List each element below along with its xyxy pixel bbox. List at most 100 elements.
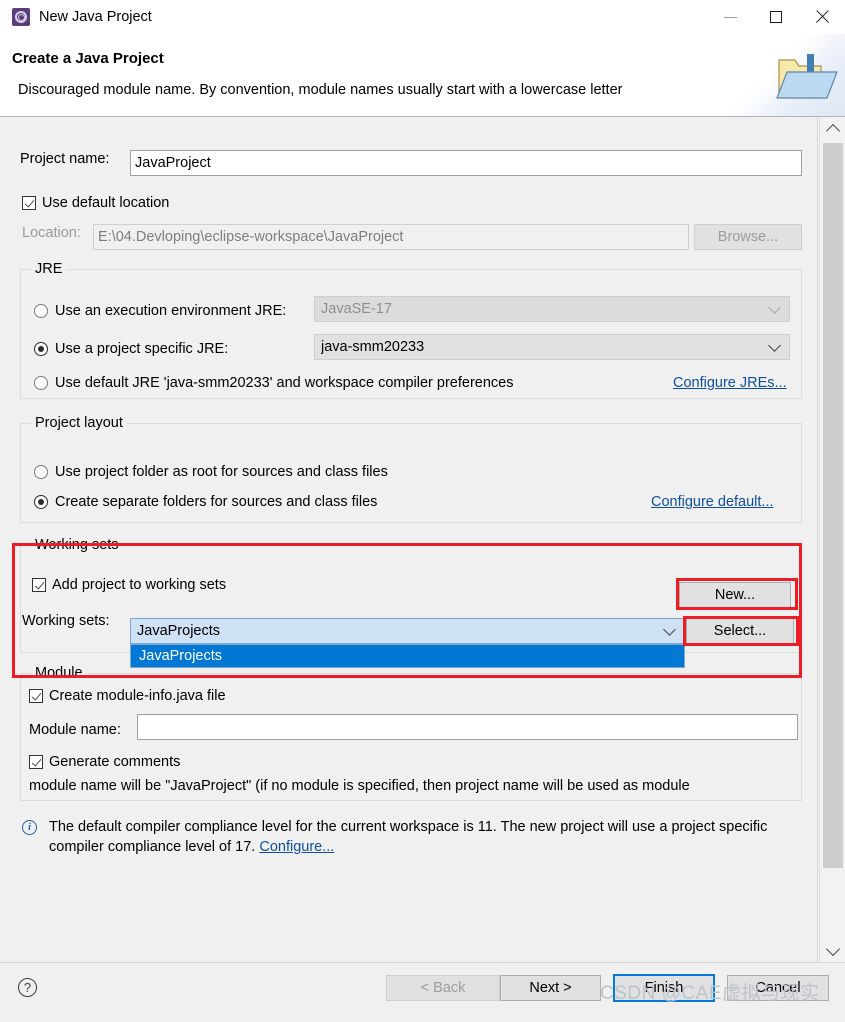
new-working-set-button[interactable]: New... [679,582,791,608]
wizard-header: Create a Java Project Discouraged module… [0,34,845,117]
maximize-button[interactable] [753,0,799,34]
scroll-down-button[interactable] [820,938,845,962]
project-name-label: Project name: [20,151,110,167]
new-working-set-button-label: New... [714,587,756,603]
next-button-label: Next > [529,980,572,996]
page-description: Discouraged module name. By convention, … [18,82,623,98]
info-message-text: The default compiler compliance level fo… [49,817,779,857]
minimize-button[interactable] [707,0,753,34]
module-name-note: module name will be "JavaProject" (if no… [29,778,690,794]
configure-compliance-link[interactable]: Configure... [259,839,334,855]
use-project-folder-label: Use project folder as root for sources a… [55,464,388,480]
help-button-label: ? [23,980,32,995]
project-layout-group-title: Project layout [31,415,127,431]
exec-env-jre-combo: JavaSE-17 [314,296,790,322]
working-sets-dropdown-list[interactable]: JavaProjects [130,644,685,668]
location-input: E:\04.Devloping\eclipse-workspace\JavaPr… [93,224,689,250]
project-specific-jre-value: java-smm20233 [321,339,425,355]
module-group-title: Module [31,665,87,681]
project-specific-jre-radio[interactable] [34,342,48,356]
project-specific-jre-combo[interactable]: java-smm20233 [314,334,790,360]
maximize-icon [770,11,782,23]
chevron-down-icon [768,339,781,352]
use-project-folder-row[interactable]: Use project folder as root for sources a… [34,464,388,480]
select-working-set-button[interactable]: Select... [686,618,794,644]
next-button[interactable]: Next > [500,975,601,1001]
project-specific-jre-row[interactable]: Use a project specific JRE: [34,341,228,357]
browse-button[interactable]: Browse... [694,224,802,250]
generate-comments-label: Generate comments [49,754,181,770]
select-working-set-button-label: Select... [713,623,767,639]
info-message: i The default compiler compliance level … [22,817,840,857]
project-name-input[interactable]: JavaProject [130,150,802,176]
new-java-project-folder-icon [776,54,838,99]
default-jre-label: Use default JRE 'java-smm20233' and work… [55,375,514,391]
location-row: Location: [22,225,81,241]
new-java-project-dialog: New Java Project Create a Java Project D… [0,0,845,1022]
project-specific-jre-label: Use a project specific JRE: [55,341,229,357]
jre-group-title: JRE [31,261,67,277]
configure-jres-link[interactable]: Configure JREs... [673,375,787,391]
working-sets-row: Working sets: [22,613,110,629]
add-project-to-working-sets-row[interactable]: Add project to working sets [32,577,226,593]
separate-folders-label: Create separate folders for sources and … [55,494,378,510]
module-name-label: Module name: [29,722,121,738]
add-project-to-working-sets-checkbox[interactable] [32,578,46,592]
project-name-row: Project name: [20,151,109,167]
window-title: New Java Project [39,9,152,25]
create-module-info-row[interactable]: Create module-info.java file [29,688,226,704]
chevron-up-icon [825,123,840,138]
chevron-down-icon [663,623,676,636]
help-button[interactable]: ? [18,978,37,997]
page-title: Create a Java Project [12,50,164,67]
module-name-input[interactable] [137,714,798,740]
eclipse-gear-icon [12,8,30,26]
default-jre-radio[interactable] [34,376,48,390]
vertical-scrollbar[interactable] [819,117,845,962]
dropdown-option-javaprojects[interactable]: JavaProjects [131,645,684,667]
close-button[interactable] [799,0,845,34]
use-default-location-row[interactable]: Use default location [22,195,169,211]
browse-button-label: Browse... [717,229,779,245]
title-bar: New Java Project [0,0,845,34]
back-button[interactable]: < Back [386,975,500,1001]
working-sets-label: Working sets: [22,613,110,629]
working-sets-group-title: Working sets [31,537,123,553]
scrollbar-thumb[interactable] [823,143,843,868]
use-project-folder-radio[interactable] [34,465,48,479]
exec-env-jre-value: JavaSE-17 [321,301,392,317]
separate-folders-radio[interactable] [34,495,48,509]
wizard-body-inner: Project name: JavaProject Use default lo… [0,117,818,962]
exec-env-jre-row[interactable]: Use an execution environment JRE: [34,303,286,319]
module-name-row: Module name: [29,722,121,738]
default-jre-row[interactable]: Use default JRE 'java-smm20233' and work… [34,375,513,391]
location-value: E:\04.Devloping\eclipse-workspace\JavaPr… [98,229,404,245]
exec-env-jre-radio[interactable] [34,304,48,318]
separate-folders-row[interactable]: Create separate folders for sources and … [34,494,377,510]
window-controls [707,0,845,34]
configure-default-link[interactable]: Configure default... [651,494,774,510]
header-artwork [727,34,845,116]
working-sets-combo[interactable]: JavaProjects [130,618,685,644]
close-icon [815,10,829,24]
info-line-1: The default compiler compliance level fo… [49,819,668,835]
create-module-info-label: Create module-info.java file [49,688,226,704]
working-sets-selected-value: JavaProjects [137,623,221,639]
wizard-body: Project name: JavaProject Use default lo… [0,117,845,962]
use-default-location-label: Use default location [42,195,170,211]
scroll-up-button[interactable] [820,117,845,141]
exec-env-jre-label: Use an execution environment JRE: [55,303,287,319]
back-button-label: < Back [420,980,466,996]
chevron-down-icon [768,301,781,314]
generate-comments-checkbox[interactable] [29,755,43,769]
project-name-value: JavaProject [135,155,211,171]
minimize-icon [723,16,737,18]
use-default-location-checkbox[interactable] [22,196,36,210]
add-project-to-working-sets-label: Add project to working sets [52,577,227,593]
info-icon: i [22,820,37,835]
watermark: CSDN @CAE虚拟与现实 [600,983,820,1004]
location-label: Location: [22,225,81,241]
chevron-down-icon [825,941,840,956]
generate-comments-row[interactable]: Generate comments [29,754,180,770]
create-module-info-checkbox[interactable] [29,689,43,703]
